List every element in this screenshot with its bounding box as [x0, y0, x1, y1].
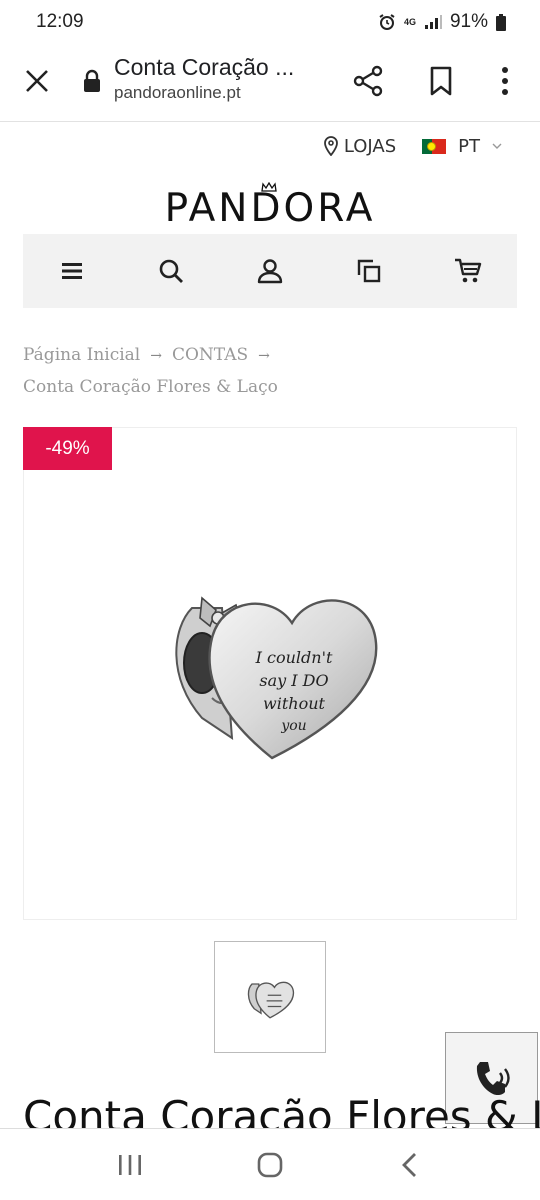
account-button[interactable] [250, 251, 290, 291]
more-options-button[interactable] [494, 64, 516, 98]
chevron-down-icon [492, 143, 502, 149]
language-selector[interactable]: PT [422, 136, 502, 157]
page-url: pandoraonline.pt [114, 83, 241, 102]
breadcrumb-home[interactable]: Página Inicial [23, 345, 140, 365]
pandora-logo[interactable]: PANDORA [0, 186, 540, 231]
status-time: 12:09 [36, 11, 84, 32]
recent-apps-icon [119, 1154, 141, 1175]
search-button[interactable] [151, 251, 191, 291]
discount-badge: -49% [23, 427, 112, 470]
compare-button[interactable] [349, 251, 389, 291]
close-tab-button[interactable] [22, 66, 52, 96]
status-bar: 12:09 4G 91% [0, 0, 540, 44]
share-icon [353, 65, 383, 97]
share-button[interactable] [352, 64, 386, 98]
network-type: 4G [403, 16, 416, 27]
stores-link[interactable]: LOJAS [323, 135, 397, 157]
engraving-line-3: without [263, 694, 325, 713]
engraving-line-1: I couldn't [255, 648, 333, 667]
search-icon [159, 259, 184, 283]
system-nav-bar [0, 1128, 540, 1200]
lock-icon [82, 68, 102, 94]
product-image[interactable]: I couldn't say I DO without you [23, 427, 517, 920]
battery-percent: 91% [449, 11, 488, 32]
cart-button[interactable] [448, 251, 488, 291]
breadcrumb-arrow-icon: → [150, 348, 162, 364]
engraving-line-2: say I DO [259, 671, 328, 690]
heart-charm-image: I couldn't say I DO without you [175, 596, 378, 760]
product-thumbnail[interactable] [214, 941, 326, 1053]
menu-button[interactable] [52, 251, 92, 291]
signal-icon [424, 14, 442, 30]
back-icon [402, 1152, 416, 1177]
browser-toolbar: Conta Coração ... pandoraonline.pt [0, 44, 540, 122]
page-title: Conta Coração ... [114, 54, 295, 80]
account-icon [257, 259, 283, 284]
utility-links: LOJAS PT [323, 130, 502, 162]
engraving-line-4: you [280, 718, 306, 734]
language-label: PT [458, 135, 480, 157]
breadcrumb-arrow-icon: → [258, 348, 270, 364]
status-icons: 4G 91% [378, 11, 506, 33]
breadcrumb: Página Inicial → CONTAS → Conta Coração Flo… [23, 340, 503, 403]
bookmark-button[interactable] [426, 64, 456, 98]
breadcrumb-current: Conta Coração Flores & Laço [23, 377, 278, 397]
location-pin-icon [323, 136, 338, 156]
recent-apps-button[interactable] [110, 1145, 150, 1185]
battery-icon [496, 13, 506, 31]
heart-charm-thumbnail-image [247, 981, 295, 1019]
back-button[interactable] [390, 1145, 430, 1185]
portugal-flag-icon [422, 138, 447, 154]
alarm-icon [378, 13, 396, 31]
product-title: Conta Coração Flores & Laço [23, 1092, 540, 1128]
stores-label: LOJAS [343, 135, 397, 157]
bookmark-icon [430, 66, 452, 96]
close-icon [26, 70, 48, 92]
main-nav [23, 234, 517, 308]
compare-icon [357, 259, 380, 283]
home-icon [257, 1152, 283, 1177]
menu-icon [62, 263, 83, 279]
cart-icon [454, 258, 481, 283]
breadcrumb-category[interactable]: CONTAS [172, 345, 248, 365]
address-bar[interactable]: Conta Coração ... pandoraonline.pt [114, 54, 334, 103]
home-button[interactable] [250, 1145, 290, 1185]
more-vert-icon [502, 67, 508, 95]
